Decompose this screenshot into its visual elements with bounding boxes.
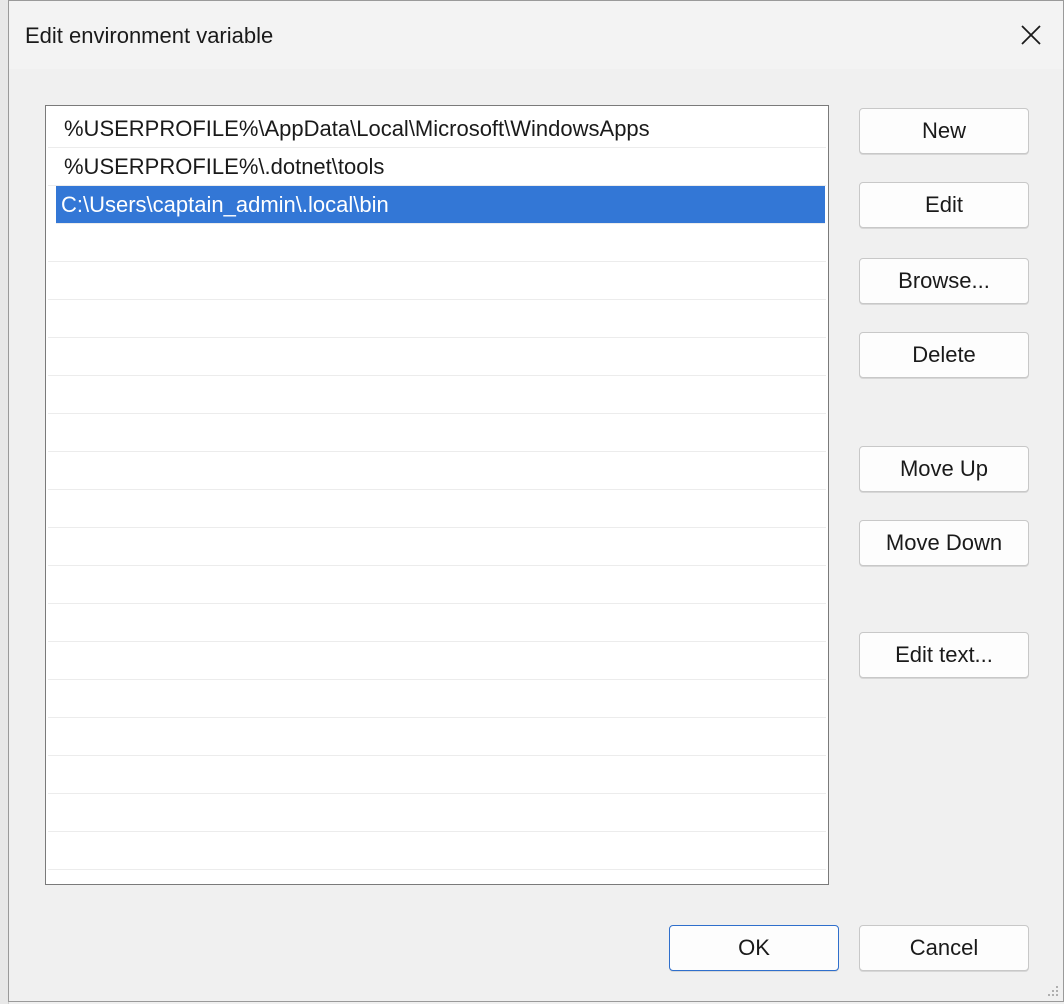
empty-row[interactable] (48, 300, 826, 338)
close-icon (1021, 25, 1041, 45)
empty-row[interactable] (48, 338, 826, 376)
browse-button[interactable]: Browse... (859, 258, 1029, 304)
empty-row[interactable] (48, 376, 826, 414)
empty-row[interactable] (48, 262, 826, 300)
list-item-selected[interactable]: C:\Users\captain_admin\.local\bin (56, 186, 825, 224)
empty-row[interactable] (48, 794, 826, 832)
empty-row[interactable] (48, 718, 826, 756)
empty-row[interactable] (48, 642, 826, 680)
empty-row[interactable] (48, 756, 826, 794)
edit-text-button[interactable]: Edit text... (859, 632, 1029, 678)
empty-row[interactable] (48, 566, 826, 604)
resize-grip-icon[interactable] (1045, 983, 1059, 997)
empty-row[interactable] (48, 490, 826, 528)
delete-button[interactable]: Delete (859, 332, 1029, 378)
edit-environment-variable-dialog: Edit environment variable %USERPROFILE%\… (8, 0, 1064, 1002)
list-item[interactable]: %USERPROFILE%\.dotnet\tools (48, 148, 826, 186)
empty-row[interactable] (48, 528, 826, 566)
path-list[interactable]: %USERPROFILE%\AppData\Local\Microsoft\Wi… (45, 105, 829, 885)
move-down-button[interactable]: Move Down (859, 520, 1029, 566)
new-button[interactable]: New (859, 108, 1029, 154)
list-item[interactable]: %USERPROFILE%\AppData\Local\Microsoft\Wi… (48, 110, 826, 148)
ok-button[interactable]: OK (669, 925, 839, 971)
empty-row[interactable] (48, 224, 826, 262)
title-bar[interactable]: Edit environment variable (9, 1, 1063, 69)
empty-row[interactable] (48, 414, 826, 452)
empty-row[interactable] (48, 680, 826, 718)
move-up-button[interactable]: Move Up (859, 446, 1029, 492)
empty-row[interactable] (48, 604, 826, 642)
close-button[interactable] (1007, 11, 1055, 59)
dialog-title: Edit environment variable (25, 23, 274, 48)
empty-row[interactable] (48, 452, 826, 490)
cancel-button[interactable]: Cancel (859, 925, 1029, 971)
edit-button[interactable]: Edit (859, 182, 1029, 228)
empty-row[interactable] (48, 832, 826, 870)
